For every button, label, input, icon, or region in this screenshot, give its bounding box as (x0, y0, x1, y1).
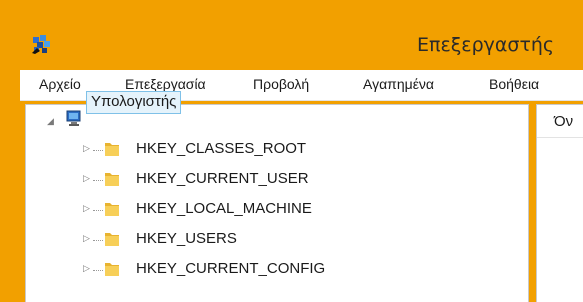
tree-connector (93, 240, 103, 242)
registry-editor-window: Επεξεργαστής Αρχείο Επεξεργασία Προβολή … (0, 0, 583, 302)
registry-editor-icon[interactable] (31, 33, 53, 55)
folder-icon (105, 233, 119, 246)
tree-item-label: HKEY_USERS (136, 230, 237, 247)
tree-connector (93, 180, 103, 182)
computer-icon (66, 110, 81, 126)
menu-file[interactable]: Αρχείο (39, 76, 81, 92)
tree-item-label: HKEY_CLASSES_ROOT (136, 140, 307, 157)
column-header-name[interactable]: Όν (537, 105, 583, 138)
tree-connector (93, 270, 103, 272)
expand-arrow-icon[interactable]: ▷ (83, 204, 93, 214)
folder-icon (105, 263, 119, 276)
tree-item-label: HKEY_CURRENT_CONFIG (136, 260, 326, 277)
expand-arrow-icon[interactable]: ▷ (83, 144, 93, 154)
title-bar[interactable]: Επεξεργαστής (20, 17, 583, 70)
folder-icon (105, 173, 119, 186)
expand-arrow-icon[interactable]: ▷ (83, 234, 93, 244)
menu-help[interactable]: Βοήθεια (489, 76, 539, 92)
tree-item-label: HKEY_CURRENT_USER (136, 170, 309, 187)
menu-favorites[interactable]: Αγαπημένα (363, 76, 434, 92)
tree-connector (93, 210, 103, 212)
window-title: Επεξεργαστής (417, 34, 555, 56)
tree-item-label: HKEY_LOCAL_MACHINE (136, 200, 312, 217)
column-header-label: Όν (554, 113, 574, 130)
folder-icon (105, 143, 119, 156)
menu-edit[interactable]: Επεξεργασία (125, 76, 206, 92)
expand-arrow-icon[interactable]: ▷ (83, 174, 93, 184)
tree-connector (93, 150, 103, 152)
folder-icon (105, 203, 119, 216)
collapse-arrow-icon[interactable]: ◢ (47, 117, 57, 127)
expand-arrow-icon[interactable]: ▷ (83, 264, 93, 274)
menu-view[interactable]: Προβολή (253, 76, 309, 92)
values-list-pane[interactable]: Όν (536, 104, 583, 302)
tree-root-computer[interactable]: Υπολογιστής (86, 91, 182, 114)
